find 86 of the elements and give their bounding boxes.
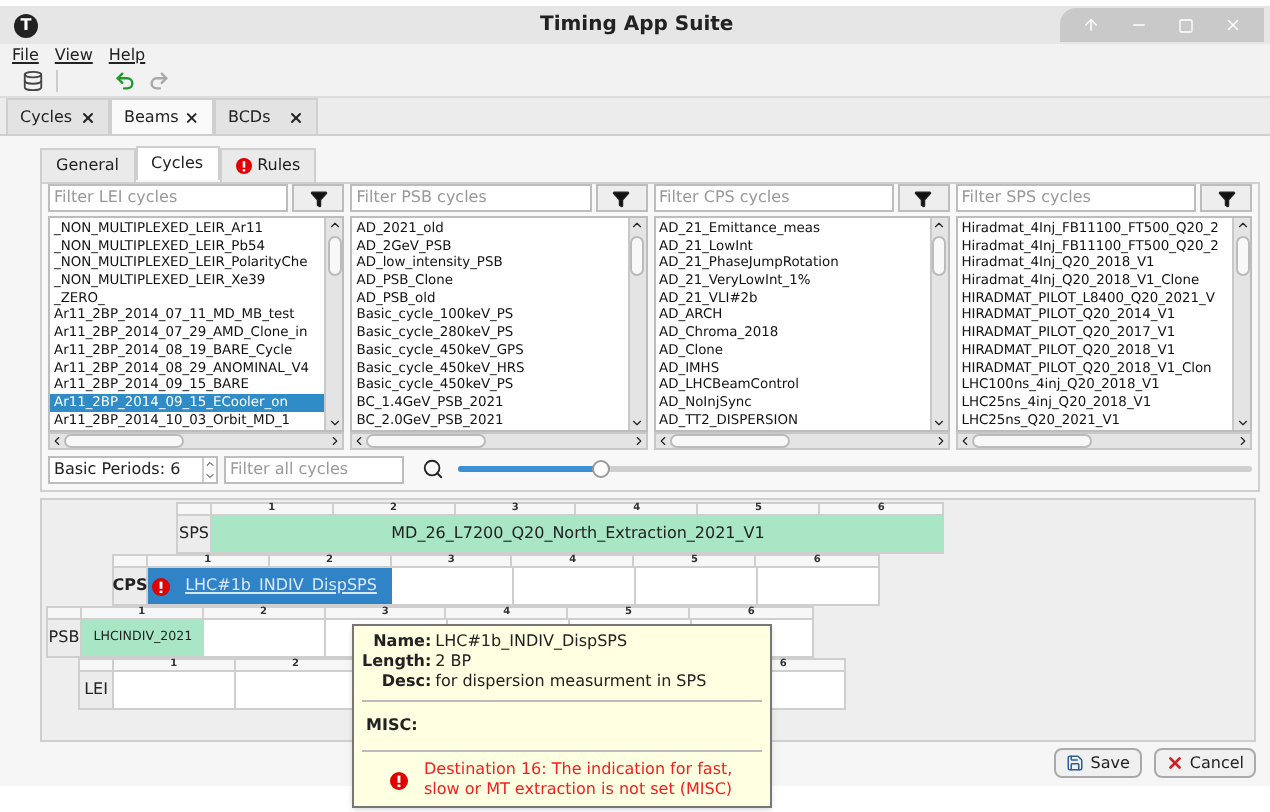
filter-field[interactable]: Filter all cycles (224, 455, 404, 483)
scroll-down-icon[interactable] (1235, 416, 1249, 430)
filter-field[interactable]: Filter LEI cycles (48, 184, 289, 212)
filter-button[interactable] (292, 184, 345, 212)
section-label: MISC: (364, 714, 420, 738)
undo-icon[interactable] (114, 70, 136, 92)
horizontal-scrollbar[interactable] (350, 432, 647, 450)
horizontal-scrollbar[interactable] (653, 432, 950, 450)
filter-icon (1217, 189, 1235, 207)
filter-icon (612, 189, 630, 207)
cycle-name: MD_26_L7200_Q20_North_Extraction_2021_V1 (389, 522, 767, 546)
scroll-up-icon[interactable] (1235, 218, 1249, 232)
scroll-right-icon[interactable] (328, 434, 343, 448)
scrollbar-thumb[interactable] (669, 434, 789, 448)
scroll-left-icon[interactable] (655, 434, 669, 448)
scrollbar-thumb[interactable] (971, 434, 1092, 448)
scrollbar-thumb[interactable] (64, 434, 184, 448)
filter-button[interactable] (897, 184, 950, 212)
scroll-right-icon[interactable] (631, 434, 645, 448)
filter-button[interactable] (1200, 184, 1252, 212)
filter-icon (309, 189, 328, 207)
scrollbar-thumb[interactable] (1235, 236, 1249, 276)
machine-label: PSB (46, 620, 82, 658)
field-value: LHC#1b_INDIV_DispSPS (435, 632, 628, 652)
panel-tab[interactable]: General (40, 148, 136, 182)
menu-item[interactable]: File (12, 43, 39, 67)
vertical-scrollbar[interactable] (929, 218, 948, 430)
warning-icon (235, 158, 252, 174)
scroll-up-icon[interactable] (932, 218, 947, 232)
vertical-scrollbar[interactable] (1232, 218, 1250, 430)
zoom-slider[interactable] (458, 459, 1252, 479)
close-icon[interactable] (288, 109, 304, 125)
filter-icon (914, 189, 933, 207)
filter-button[interactable] (595, 184, 647, 212)
filter-field[interactable]: Filter PSB cycles (350, 184, 591, 212)
close-icon[interactable] (184, 109, 200, 125)
decrement-icon[interactable] (204, 469, 216, 481)
scroll-up-icon[interactable] (630, 218, 644, 232)
database-icon[interactable] (22, 70, 44, 92)
panel-tab[interactable]: Cycles (135, 146, 220, 180)
search-icon (422, 458, 444, 480)
document-tab[interactable]: BCDs (214, 98, 318, 134)
document-tab[interactable]: Cycles (6, 98, 110, 134)
window-title: Timing App Suite (540, 12, 734, 40)
field-label: Name: (371, 632, 432, 652)
scroll-right-icon[interactable] (1236, 434, 1250, 448)
document-tab[interactable]: Beams (110, 98, 214, 134)
increment-icon[interactable] (204, 457, 216, 469)
save-button[interactable]: Save (1054, 748, 1142, 778)
scroll-left-icon[interactable] (957, 434, 972, 448)
field-value: for dispersion measurment in SPS (435, 672, 707, 692)
scroll-down-icon[interactable] (932, 416, 947, 430)
scrollbar-thumb[interactable] (630, 236, 644, 276)
vertical-scrollbar[interactable] (324, 218, 343, 430)
field-label: Length: (362, 652, 432, 672)
field-value: 2 BP (435, 652, 472, 672)
horizontal-scrollbar[interactable] (48, 432, 345, 450)
filter-field[interactable]: Filter CPS cycles (653, 184, 894, 212)
scroll-left-icon[interactable] (352, 434, 367, 448)
error-icon (390, 771, 408, 789)
warning-icon (152, 577, 170, 595)
close-icon[interactable] (80, 109, 96, 125)
machine-label: SPS (176, 516, 212, 554)
machine-label: LEI (78, 672, 114, 710)
cycle-block[interactable]: MD_26_L7200_Q20_North_Extraction_2021_V1 (212, 516, 944, 554)
scroll-down-icon[interactable] (630, 416, 644, 430)
scroll-right-icon[interactable] (933, 434, 948, 448)
scroll-down-icon[interactable] (327, 416, 342, 430)
scroll-up-icon[interactable] (327, 218, 342, 232)
error-message: Destination 16: The indication for fast, slow or MT extraction is not set (MISC) (424, 760, 735, 800)
app-logo: T (14, 13, 38, 37)
menu-item[interactable]: View (54, 43, 93, 67)
horizontal-scrollbar[interactable] (955, 432, 1252, 450)
scrollbar-thumb[interactable] (327, 236, 342, 276)
basic-periods-spinner[interactable]: Basic Periods: 6 (48, 455, 218, 483)
scroll-left-icon[interactable] (50, 434, 64, 448)
panel-tab[interactable]: Rules (219, 148, 317, 182)
vertical-scrollbar[interactable] (627, 218, 645, 430)
scrollbar-thumb[interactable] (366, 434, 487, 448)
scrollbar-thumb[interactable] (932, 236, 947, 276)
cancel-button[interactable]: Cancel (1153, 748, 1256, 778)
cross-icon (1165, 754, 1184, 772)
field-label: Desc: (379, 672, 432, 692)
menu-item[interactable]: Help (108, 43, 146, 67)
filter-field[interactable]: Filter SPS cycles (955, 184, 1196, 212)
machine-label: CPS (112, 568, 148, 606)
